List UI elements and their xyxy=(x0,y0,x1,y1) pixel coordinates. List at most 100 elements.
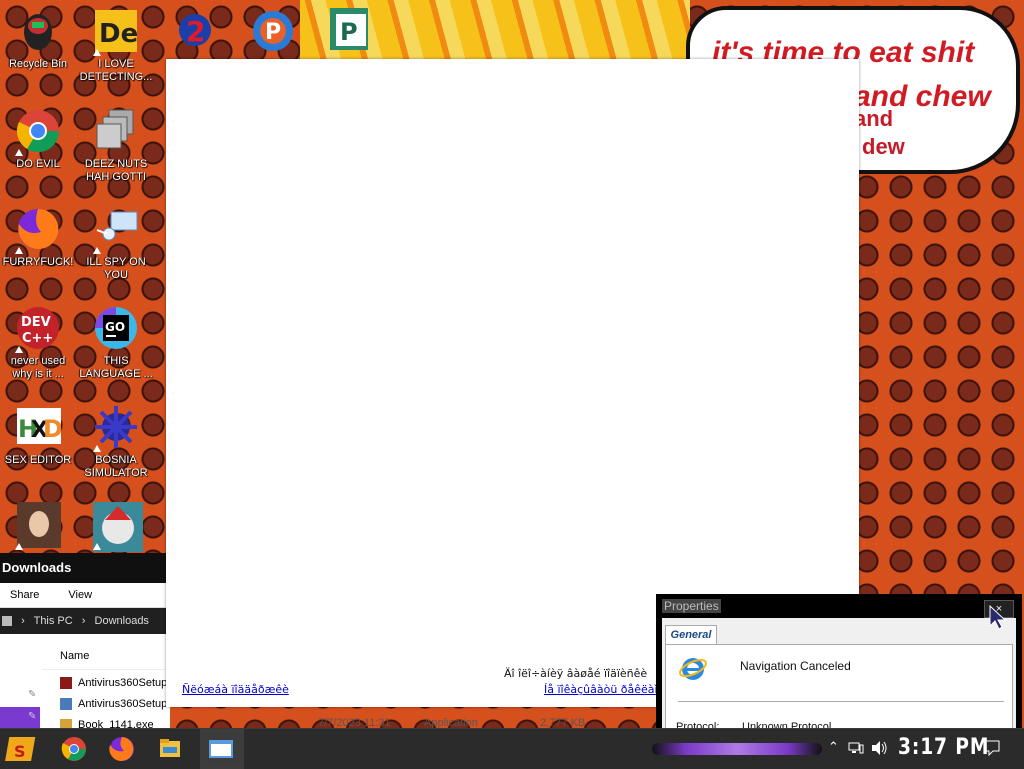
general-pane: Navigation Canceled Protocol: Unknown Pr… xyxy=(665,644,1013,734)
file-name: Antivirus360Setup xyxy=(78,677,168,689)
speech-line-4: dew xyxy=(862,134,905,159)
desktop-icon-portrait[interactable] xyxy=(0,502,76,552)
hxd-icon: HXD xyxy=(17,408,63,444)
firefox-icon xyxy=(109,737,134,761)
svg-text:D: D xyxy=(43,415,61,443)
shortcut-arrow-icon xyxy=(15,149,23,156)
breadcrumb-this-pc[interactable]: This PC xyxy=(34,615,73,627)
shortcut-arrow-icon xyxy=(93,49,101,56)
shortcut-arrow-icon xyxy=(15,247,23,254)
desktop-icon-label: DEEZ NUTS HAH GOTTI xyxy=(84,158,148,183)
desktop-icon-hxd[interactable]: HXD SEX EDITOR xyxy=(0,404,76,467)
desktop-icon-project-partial[interactable]: P xyxy=(326,6,372,52)
explorer-ribbon: Share View xyxy=(0,583,170,608)
desktop-icon-do-evil[interactable]: DO EVIL xyxy=(0,108,76,171)
number-two-icon: 2 xyxy=(179,14,211,48)
setup-icon xyxy=(60,698,72,711)
desktop-icon-2-partial[interactable]: 2 xyxy=(172,8,218,54)
pin-icon: ✎ xyxy=(28,689,37,700)
file-row[interactable]: Antivirus360Setup xyxy=(60,677,168,690)
desktop-icon-recycle-bin[interactable]: Recycle Bin xyxy=(0,8,76,71)
installer-icon xyxy=(60,677,72,690)
ribbon-tab-view[interactable]: View xyxy=(68,589,92,601)
file-explorer-icon xyxy=(160,739,180,757)
p-logo-icon: P xyxy=(253,11,293,51)
taskbar: S ⌃ 3:17 PM xyxy=(0,728,1024,769)
desktop-icon-detecting[interactable]: De I LOVE DETECTING... xyxy=(78,8,154,84)
taskbar-file-explorer[interactable] xyxy=(152,733,192,765)
volume-icon[interactable] xyxy=(870,740,888,756)
clock[interactable]: 3:17 PM xyxy=(898,735,989,760)
shortcut-arrow-icon xyxy=(15,543,23,550)
pin-icon: ✎ xyxy=(28,711,37,722)
shortcut-arrow-icon xyxy=(15,346,23,353)
desktop-icon-p-partial[interactable]: P xyxy=(248,6,298,56)
chevron-right-icon: › xyxy=(21,615,25,627)
de-app-icon: De xyxy=(95,10,138,52)
network-icon[interactable] xyxy=(848,741,864,755)
desktop-icon-label: THIS LANGUAGE ... xyxy=(79,355,153,380)
svg-text:C++: C++ xyxy=(22,331,53,346)
internet-explorer-icon xyxy=(679,658,707,680)
svg-text:P: P xyxy=(265,20,281,45)
svg-text:De: De xyxy=(99,19,138,49)
shortcut-arrow-icon xyxy=(93,445,101,452)
chevron-right-icon: › xyxy=(81,615,86,627)
desktop-icon-label: BOSNIA SIMULATOR xyxy=(84,454,148,479)
desktop-icon-label: DO EVIL xyxy=(16,158,60,170)
spiked-ball-icon xyxy=(95,406,137,448)
desktop-icon-firefox[interactable]: FURRYFUCK! xyxy=(0,206,76,269)
start-button[interactable]: S xyxy=(4,733,44,765)
mouse-cursor-icon xyxy=(989,604,1007,630)
taskbar-firefox[interactable] xyxy=(104,733,144,765)
desktop-icon-devcpp[interactable]: DEV C++ never used why is it ... xyxy=(0,305,76,381)
properties-window[interactable]: Properties × General Navigation Canceled… xyxy=(656,594,1022,734)
desktop-icon-label: Recycle Bin xyxy=(8,58,68,70)
subscription-text: Äî îëî÷àíèÿ âàøåé ïîäïèñêè xyxy=(504,667,648,680)
goland-icon: GO xyxy=(95,307,137,349)
desktop-icon-label: ILL SPY ON YOU xyxy=(86,256,146,281)
desktop-icon-deez-nuts[interactable]: DEEZ NUTS HAH GOTTI xyxy=(78,108,154,184)
hide-ads-link[interactable]: Íå ïîêàçûâàòü ðåêëàì xyxy=(544,683,658,696)
start-icon: S xyxy=(5,737,36,761)
properties-title: Properties xyxy=(662,599,721,613)
properties-body: General Navigation Canceled Protocol: Un… xyxy=(662,618,1016,734)
decorative-bar xyxy=(652,743,822,755)
desktop-icon-label: SEX EDITOR xyxy=(4,454,72,466)
desktop-icon-label: never used why is it ... xyxy=(10,355,66,380)
svg-text:GO: GO xyxy=(105,320,125,334)
ribbon-tab-share[interactable]: Share xyxy=(10,589,39,601)
recycle-bin-icon xyxy=(24,14,52,50)
desktop-icon-bosnia[interactable]: BOSNIA SIMULATOR xyxy=(78,404,154,480)
support-link[interactable]: Ñëóæáà ïîääåðæêè xyxy=(182,683,289,696)
desktop-icon-label: I LOVE DETECTING... xyxy=(79,58,153,83)
chrome-icon xyxy=(61,737,86,761)
svg-text:S: S xyxy=(14,742,26,761)
taskbar-window[interactable] xyxy=(202,733,242,765)
stacked-windows-icon xyxy=(96,109,134,149)
speech-line-3: and xyxy=(854,106,894,131)
portrait-icon xyxy=(17,502,61,548)
svg-text:DEV: DEV xyxy=(21,315,51,330)
shortcut-arrow-icon xyxy=(93,543,101,550)
devcpp-icon: DEVC++ xyxy=(17,307,59,349)
pc-icon xyxy=(2,616,12,627)
tab-general[interactable]: General xyxy=(665,625,717,645)
taskbar-chrome[interactable] xyxy=(56,733,96,765)
network-spy-icon xyxy=(96,211,138,241)
address-bar[interactable]: › This PC › Downloads xyxy=(0,608,170,634)
notification-icon[interactable] xyxy=(984,740,1000,756)
desktop-icon-goland[interactable]: GO THIS LANGUAGE ... xyxy=(78,305,154,381)
desktop-icon-spy[interactable]: ILL SPY ON YOU xyxy=(78,206,154,282)
navigation-status: Navigation Canceled xyxy=(740,659,851,673)
chevron-up-icon[interactable]: ⌃ xyxy=(828,739,839,755)
desktop-icon-globe[interactable] xyxy=(78,502,154,552)
file-explorer-window[interactable]: Downloads Share View › This PC › Downloa… xyxy=(0,553,190,733)
selected-nav-item[interactable]: ✎ xyxy=(0,707,40,729)
svg-text:2: 2 xyxy=(186,15,205,48)
project-app-icon: P xyxy=(330,8,368,50)
breadcrumb-downloads[interactable]: Downloads xyxy=(95,615,149,627)
divider xyxy=(678,701,1004,702)
shortcut-arrow-icon xyxy=(93,247,101,254)
explorer-title: Downloads xyxy=(0,553,170,583)
